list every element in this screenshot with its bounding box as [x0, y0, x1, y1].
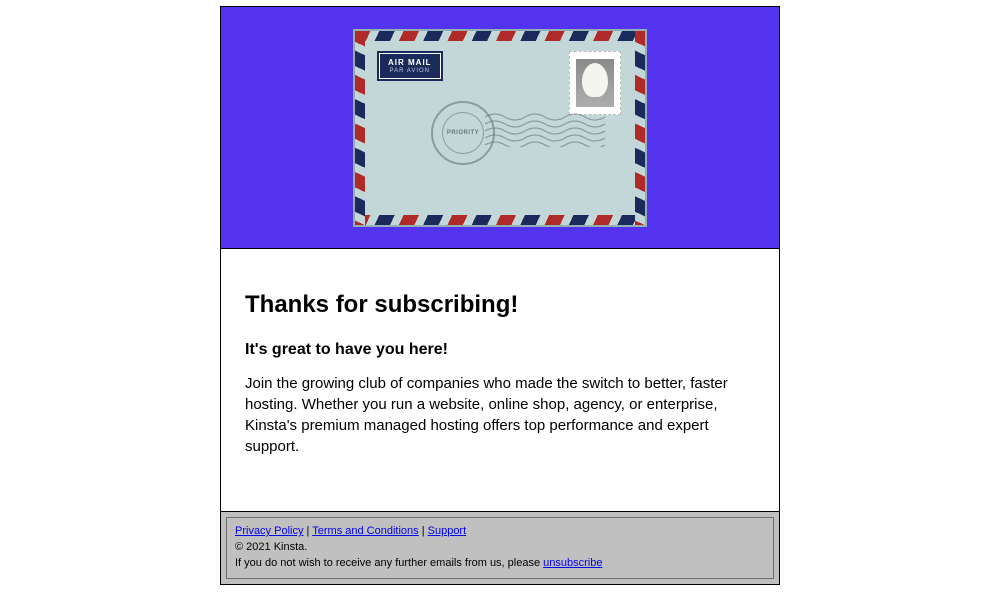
- postmark-inner-ring: PRIORITY: [442, 112, 484, 154]
- airmail-label: AIR MAIL PAR AVION: [379, 53, 441, 79]
- postage-stamp-icon: [569, 51, 621, 115]
- email-container: AIR MAIL PAR AVION PRIORITY: [220, 6, 780, 585]
- support-link[interactable]: Support: [428, 525, 467, 537]
- airmail-stripe-top: [355, 31, 645, 41]
- stamp-portrait: [576, 59, 614, 107]
- airmail-label-line2: PAR AVION: [388, 68, 432, 74]
- footer-copyright: © 2021 Kinsta.: [235, 540, 765, 556]
- footer-links-row: Privacy Policy | Terms and Conditions | …: [235, 524, 765, 540]
- footer-unsubscribe-row: If you do not wish to receive any furthe…: [235, 556, 765, 572]
- airmail-stripe-right: [635, 31, 645, 225]
- heading: Thanks for subscribing!: [245, 291, 755, 319]
- footer-section: Privacy Policy | Terms and Conditions | …: [220, 512, 780, 585]
- postmark-label: PRIORITY: [447, 130, 479, 136]
- unsubscribe-link[interactable]: unsubscribe: [543, 557, 602, 569]
- footer-separator: |: [419, 525, 428, 537]
- terms-link[interactable]: Terms and Conditions: [312, 525, 418, 537]
- privacy-policy-link[interactable]: Privacy Policy: [235, 525, 303, 537]
- airmail-stripe-bottom: [355, 215, 645, 225]
- body-paragraph: Join the growing club of companies who m…: [245, 373, 755, 457]
- envelope-illustration: AIR MAIL PAR AVION PRIORITY: [353, 29, 647, 227]
- airmail-label-line1: AIR MAIL: [388, 58, 432, 67]
- footer-inner: Privacy Policy | Terms and Conditions | …: [226, 517, 774, 579]
- airmail-stripe-left: [355, 31, 365, 225]
- unsubscribe-prefix: If you do not wish to receive any furthe…: [235, 557, 543, 569]
- footer-separator: |: [303, 525, 312, 537]
- hero-section: AIR MAIL PAR AVION PRIORITY: [220, 6, 780, 249]
- body-section: Thanks for subscribing! It's great to ha…: [220, 249, 780, 512]
- postmark-waves-icon: [485, 113, 615, 147]
- subheading: It's great to have you here!: [245, 341, 755, 359]
